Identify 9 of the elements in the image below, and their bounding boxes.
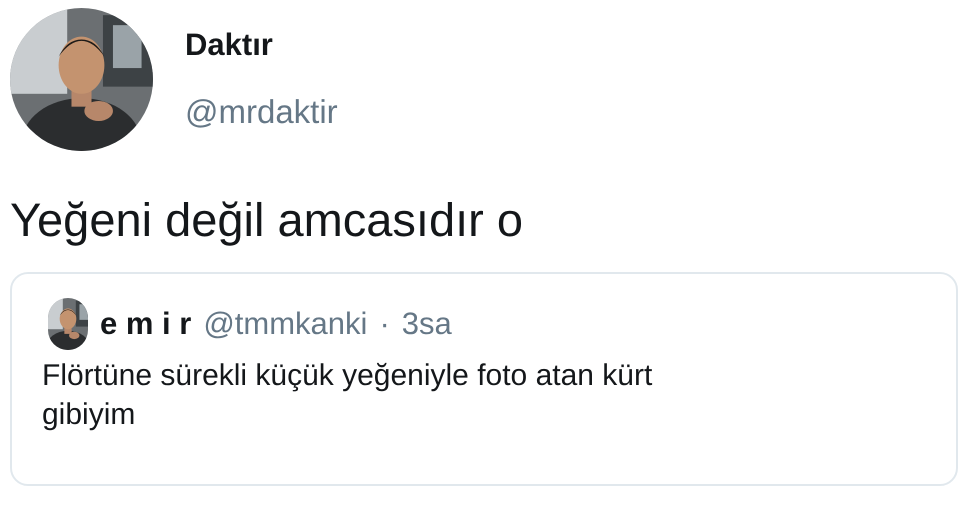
tweet-time: 3sa xyxy=(402,304,452,342)
quoted-author-handle: @tmmkanki xyxy=(203,304,368,342)
author-name: Daktır xyxy=(185,26,274,64)
quoted-tweet-text: Flörtüne sürekli küçük yeğeniyle foto atan kürt gibiyim xyxy=(42,358,654,433)
tweet-text: Yeğeni değil amcasıdır o xyxy=(9,192,524,248)
separator: · xyxy=(379,304,390,342)
author-handle: @mrdaktir xyxy=(185,92,338,132)
quoted-author-name: e m i r xyxy=(100,304,192,342)
quoted-tweet-card[interactable]: e m i r @tmmkanki · 3sa Flörtüne sürekli küçük yeğeniyle foto atan kürt gibiyim xyxy=(10,272,958,486)
